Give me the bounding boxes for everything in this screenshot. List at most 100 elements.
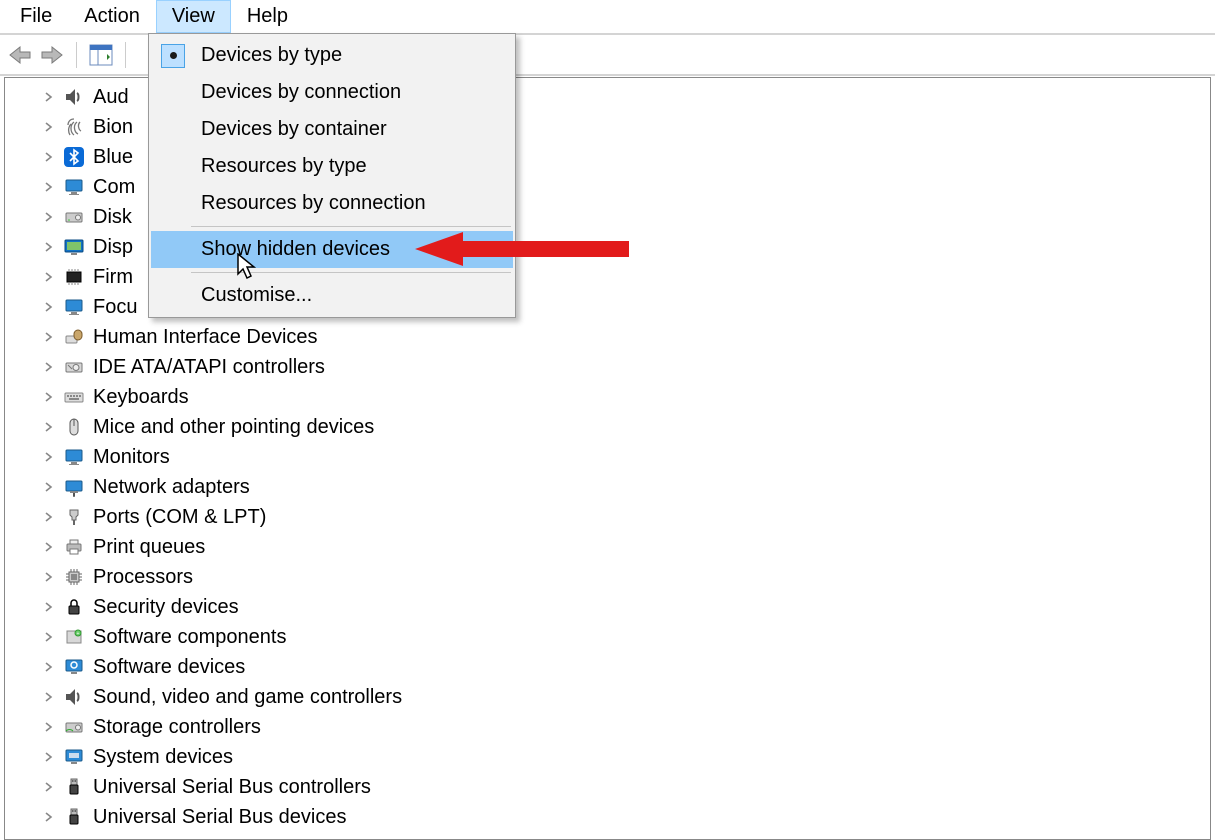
tree-item[interactable]: Ports (COM & LPT): [13, 502, 1210, 532]
menu-resources-by-type[interactable]: Resources by type: [151, 148, 513, 185]
tree-item[interactable]: IDE ATA/ATAPI controllers: [13, 352, 1210, 382]
menu-item-label: Devices by container: [201, 118, 387, 141]
expander-icon[interactable]: [43, 361, 55, 373]
menu-devices-by-type[interactable]: Devices by type: [151, 37, 513, 74]
toolbar-separator: [125, 42, 126, 68]
radio-selected-icon: [161, 44, 185, 68]
expander-icon[interactable]: [43, 781, 55, 793]
expander-icon[interactable]: [43, 481, 55, 493]
swdev-icon: [63, 656, 85, 678]
menu-action[interactable]: Action: [68, 0, 156, 33]
back-icon[interactable]: [8, 45, 32, 65]
expander-icon[interactable]: [43, 571, 55, 583]
bluetooth-icon: [63, 146, 85, 168]
print-icon: [63, 536, 85, 558]
tree-item-label: Network adapters: [93, 476, 250, 499]
ide-icon: [63, 356, 85, 378]
menu-devices-by-connection[interactable]: Devices by connection: [151, 74, 513, 111]
tree-item-label: Bion: [93, 116, 133, 139]
network-icon: [63, 476, 85, 498]
tree-item[interactable]: Security devices: [13, 592, 1210, 622]
tree-item[interactable]: Monitors: [13, 442, 1210, 472]
tree-item-label: Software devices: [93, 656, 245, 679]
expander-icon[interactable]: [43, 301, 55, 313]
toolbar-separator: [76, 42, 77, 68]
menu-separator: [191, 272, 511, 273]
expander-icon[interactable]: [43, 211, 55, 223]
swcomp-icon: +: [63, 626, 85, 648]
tree-item[interactable]: Storage controllers: [13, 712, 1210, 742]
expander-icon[interactable]: [43, 241, 55, 253]
tree-item-label: System devices: [93, 746, 233, 769]
menu-item-label: Devices by type: [201, 44, 342, 67]
tree-item-label: Processors: [93, 566, 193, 589]
tree-item[interactable]: Universal Serial Bus devices: [13, 802, 1210, 832]
keyboard-icon: [63, 386, 85, 408]
tree-item[interactable]: System devices: [13, 742, 1210, 772]
tree-item-label: Firm: [93, 266, 133, 289]
expander-icon[interactable]: [43, 181, 55, 193]
tree-item[interactable]: Universal Serial Bus controllers: [13, 772, 1210, 802]
menu-item-label: Devices by connection: [201, 81, 401, 104]
menu-customise[interactable]: Customise...: [151, 277, 513, 314]
tree-item[interactable]: + Software components: [13, 622, 1210, 652]
show-hide-tree-icon[interactable]: [89, 44, 113, 66]
ports-icon: [63, 506, 85, 528]
view-dropdown: Devices by type Devices by connection De…: [148, 33, 516, 318]
tree-item[interactable]: Print queues: [13, 532, 1210, 562]
expander-icon[interactable]: [43, 331, 55, 343]
menu-devices-by-container[interactable]: Devices by container: [151, 111, 513, 148]
disk-icon: [63, 206, 85, 228]
computer-icon: [63, 176, 85, 198]
hid-icon: [63, 326, 85, 348]
expander-icon[interactable]: [43, 601, 55, 613]
expander-icon[interactable]: [43, 121, 55, 133]
expander-icon[interactable]: [43, 691, 55, 703]
expander-icon[interactable]: [43, 271, 55, 283]
menu-resources-by-connection[interactable]: Resources by connection: [151, 185, 513, 222]
tree-item-label: Security devices: [93, 596, 239, 619]
expander-icon[interactable]: [43, 541, 55, 553]
tree-item-label: Disk: [93, 206, 132, 229]
forward-icon[interactable]: [40, 45, 64, 65]
menu-item-label: Resources by connection: [201, 192, 426, 215]
menubar: File Action View Help: [0, 0, 1215, 35]
audio-icon: [63, 86, 85, 108]
tree-item[interactable]: Sound, video and game controllers: [13, 682, 1210, 712]
expander-icon[interactable]: [43, 511, 55, 523]
tree-item[interactable]: Processors: [13, 562, 1210, 592]
expander-icon[interactable]: [43, 451, 55, 463]
expander-icon[interactable]: [43, 151, 55, 163]
expander-icon[interactable]: [43, 631, 55, 643]
tree-item[interactable]: Software devices: [13, 652, 1210, 682]
tree-item-label: Sound, video and game controllers: [93, 686, 402, 709]
expander-icon[interactable]: [43, 91, 55, 103]
expander-icon[interactable]: [43, 661, 55, 673]
tree-item[interactable]: Network adapters: [13, 472, 1210, 502]
tree-item-label: Ports (COM & LPT): [93, 506, 266, 529]
tree-item-label: Com: [93, 176, 135, 199]
expander-icon[interactable]: [43, 751, 55, 763]
usbctrl-icon: [63, 776, 85, 798]
expander-icon[interactable]: [43, 721, 55, 733]
tree-item[interactable]: Human Interface Devices: [13, 322, 1210, 352]
expander-icon[interactable]: [43, 811, 55, 823]
tree-item-label: Print queues: [93, 536, 205, 559]
menu-separator: [191, 226, 511, 227]
tree-item[interactable]: Keyboards: [13, 382, 1210, 412]
firmware-icon: [63, 266, 85, 288]
expander-icon[interactable]: [43, 391, 55, 403]
tree-item-label: Human Interface Devices: [93, 326, 318, 349]
menu-show-hidden-devices[interactable]: Show hidden devices: [151, 231, 513, 268]
menu-view[interactable]: View: [156, 0, 231, 33]
focus-icon: [63, 296, 85, 318]
mouse-icon: [63, 416, 85, 438]
cpu-icon: [63, 566, 85, 588]
tree-item[interactable]: Mice and other pointing devices: [13, 412, 1210, 442]
tree-item-label: Universal Serial Bus controllers: [93, 776, 371, 799]
tree-item-label: Software components: [93, 626, 286, 649]
tree-item-label: Disp: [93, 236, 133, 259]
expander-icon[interactable]: [43, 421, 55, 433]
menu-help[interactable]: Help: [231, 0, 304, 33]
menu-file[interactable]: File: [4, 0, 68, 33]
